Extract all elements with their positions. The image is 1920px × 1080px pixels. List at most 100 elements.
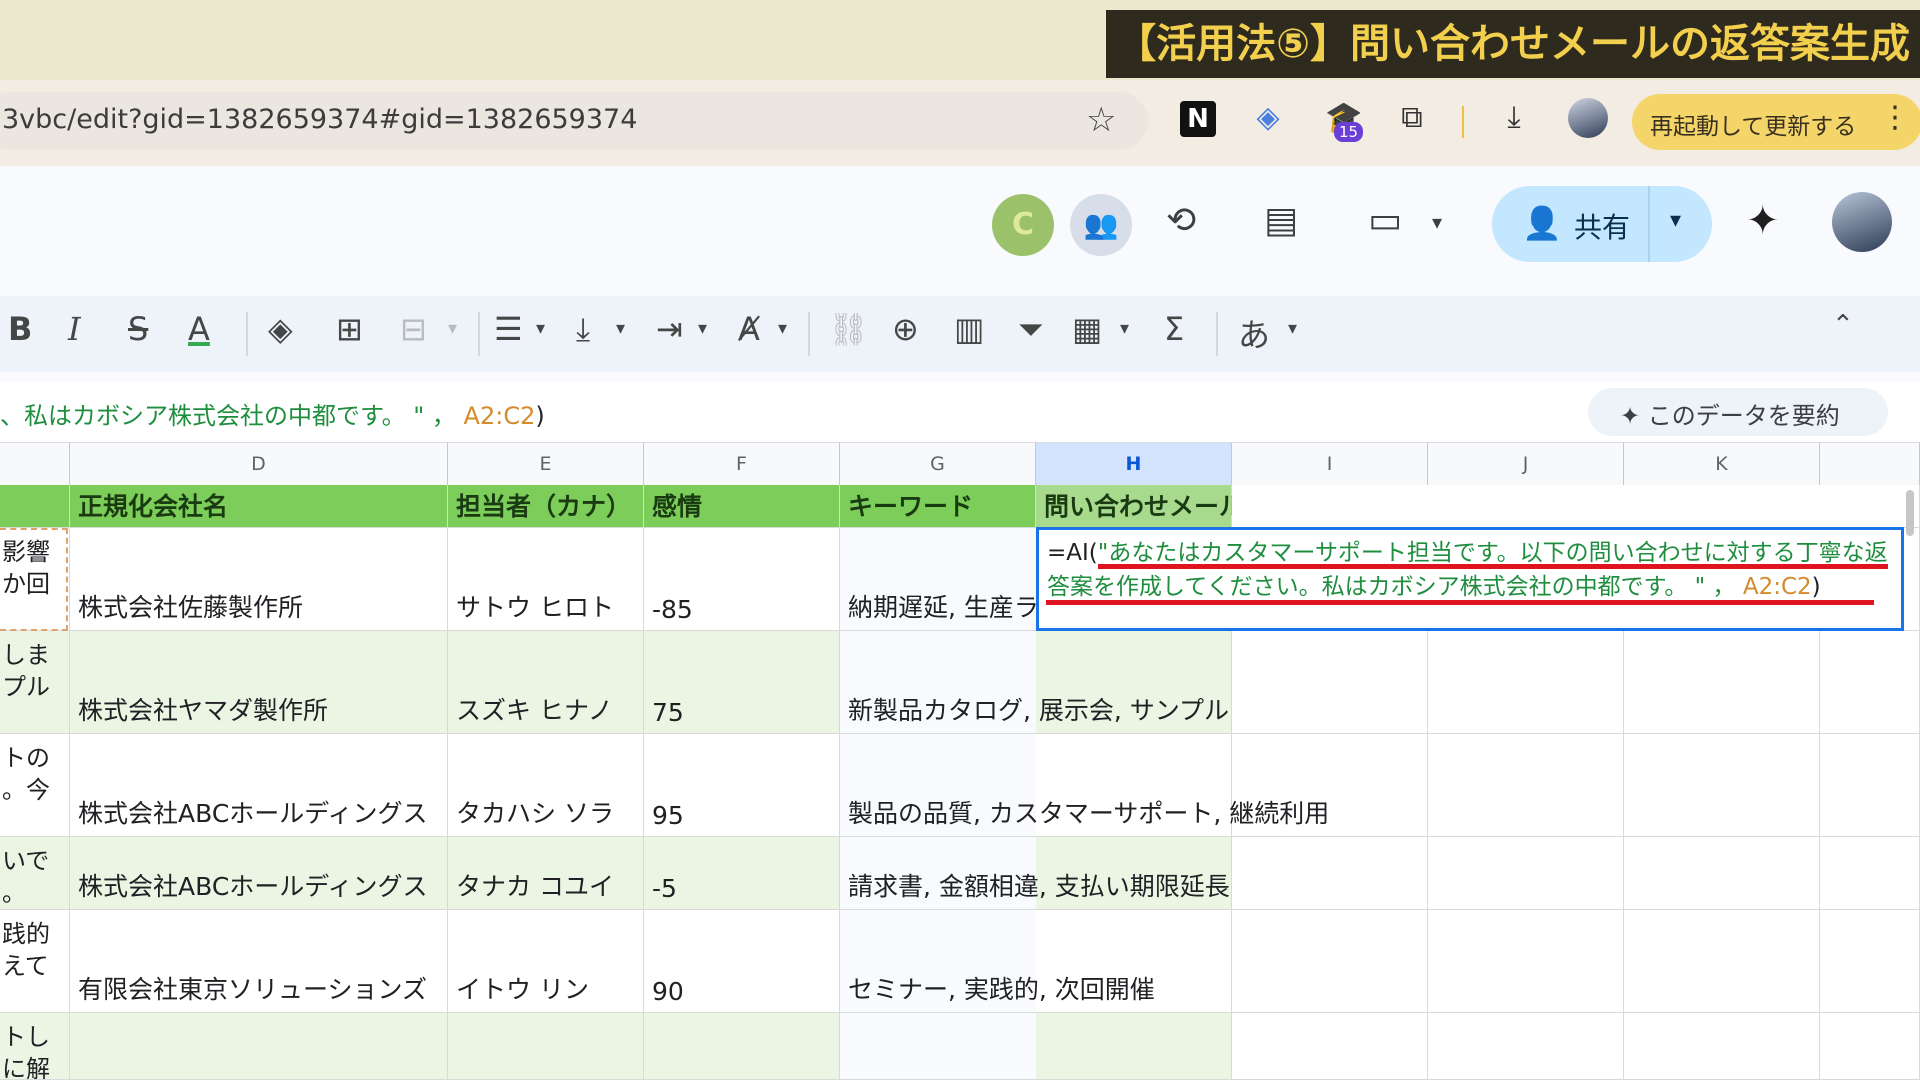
fill-color-icon[interactable]: ◈	[268, 310, 293, 348]
cell-contact[interactable]: サトウ ヒロト	[448, 528, 644, 631]
cell-contact[interactable]: スズキ ヒナノ	[448, 631, 644, 734]
cell-company[interactable]	[70, 1013, 448, 1080]
cell-empty[interactable]	[1232, 837, 1428, 910]
header-cell-sentiment[interactable]: 感情	[644, 485, 840, 528]
cell-contact[interactable]: イトウ リン	[448, 910, 644, 1013]
meet-dropdown-icon[interactable]: ▾	[1432, 210, 1442, 234]
cell-empty[interactable]	[1820, 837, 1920, 910]
horizontal-align-icon[interactable]: ☰	[494, 310, 523, 348]
history-icon[interactable]: ⟲	[1166, 200, 1196, 241]
header-cell-prev[interactable]	[0, 485, 70, 528]
bold-button[interactable]: B	[8, 310, 32, 348]
more-vert-icon[interactable]: ⋮	[1880, 100, 1910, 135]
text-wrap-icon[interactable]: ⇥	[656, 310, 683, 348]
cell-company[interactable]: 株式会社佐藤製作所	[70, 528, 448, 631]
italic-button[interactable]: I	[68, 310, 81, 348]
cell-empty[interactable]	[1232, 631, 1428, 734]
cell-contact[interactable]: タカハシ ソラ	[448, 734, 644, 837]
cell-company[interactable]: 株式会社ヤマダ製作所	[70, 631, 448, 734]
column-header-K[interactable]: K	[1624, 443, 1820, 485]
cell-empty[interactable]	[1428, 910, 1624, 1013]
header-cell-keywords[interactable]: キーワード	[840, 485, 1036, 528]
cell-clipped-prev[interactable]: しま プル	[0, 631, 70, 734]
merge-dropdown-icon[interactable]: ▾	[448, 318, 457, 339]
rotation-dropdown-icon[interactable]: ▾	[778, 318, 787, 339]
cell-empty[interactable]	[1624, 837, 1820, 910]
input-tools-dropdown-icon[interactable]: ▾	[1288, 318, 1297, 339]
cell-empty[interactable]	[1820, 734, 1920, 837]
cell-sentiment[interactable]: 75	[644, 631, 840, 734]
cell-keywords[interactable]: セミナー, 実践的, 次回開催	[840, 910, 1155, 1013]
input-tools-button[interactable]: あ	[1238, 310, 1270, 356]
cell-empty[interactable]	[1624, 734, 1820, 837]
cell-empty[interactable]	[1428, 734, 1624, 837]
cell-sentiment[interactable]: 90	[644, 910, 840, 1013]
column-header-F[interactable]: F	[644, 443, 840, 485]
column-header-E[interactable]: E	[448, 443, 644, 485]
cell-empty[interactable]	[1232, 1013, 1428, 1080]
wrap-dropdown-icon[interactable]: ▾	[698, 318, 707, 339]
text-color-button[interactable]: A	[188, 310, 210, 348]
header-cell-inquiry[interactable]: 問い合わせメール	[1036, 485, 1244, 528]
merge-cells-icon[interactable]: ⊟	[400, 310, 427, 348]
notion-icon[interactable]: N	[1180, 101, 1216, 137]
table-dropdown-icon[interactable]: ▾	[1120, 318, 1129, 339]
star-icon[interactable]: ☆	[1086, 100, 1116, 140]
cell-keywords[interactable]: 納期遅延, 生産ラ	[840, 528, 1039, 631]
filter-icon[interactable]: ⏷	[1018, 310, 1044, 349]
gemini-icon[interactable]: ✦	[1746, 198, 1780, 244]
vertical-scrollbar[interactable]	[1906, 490, 1914, 536]
valign-dropdown-icon[interactable]: ▾	[616, 318, 625, 339]
cell-clipped-prev[interactable]: トの 。今	[0, 734, 70, 837]
collaborator-chat-icon[interactable]: 👥	[1070, 194, 1132, 256]
link-icon[interactable]: ⛓	[828, 310, 869, 348]
tag-icon[interactable]: ◈	[1246, 100, 1290, 135]
functions-icon[interactable]: Σ	[1164, 310, 1184, 348]
text-rotation-icon[interactable]: Ⱥ	[738, 310, 760, 348]
cell-empty[interactable]	[1820, 631, 1920, 734]
vertical-align-icon[interactable]: ⤓	[576, 310, 590, 349]
column-header-H[interactable]: H	[1036, 443, 1232, 485]
header-cell-company[interactable]: 正規化会社名	[70, 485, 448, 528]
active-cell-editor[interactable]: =AI("あなたはカスタマーサポート担当です。以下の問い合わせに対する丁寧な返答…	[1036, 527, 1904, 631]
column-header-next[interactable]	[1820, 443, 1920, 485]
cell-company[interactable]: 株式会社ABCホールディングス	[70, 837, 448, 910]
cell-sentiment[interactable]: -5	[644, 837, 840, 910]
cell-clipped-prev[interactable]: トし に解	[0, 1013, 70, 1080]
insert-comment-icon[interactable]: ⊕	[892, 310, 919, 348]
cell-keywords[interactable]: 新製品カタログ, 展示会, サンプル	[840, 631, 1229, 734]
cell-empty[interactable]	[1624, 910, 1820, 1013]
header-cell-empty[interactable]	[1232, 485, 1920, 528]
download-icon[interactable]: ⤓	[1492, 100, 1536, 135]
cell-company[interactable]: 有限会社東京ソリューションズ	[70, 910, 448, 1013]
cell-clipped-prev[interactable]: いで。	[0, 837, 70, 910]
cell-contact[interactable]	[448, 1013, 644, 1080]
cell-empty[interactable]	[1428, 1013, 1624, 1080]
account-avatar[interactable]	[1832, 192, 1892, 252]
header-cell-contact[interactable]: 担当者（カナ）	[448, 485, 644, 528]
cell-keywords[interactable]: 製品の品質, カスタマーサポート, 継続利用	[840, 734, 1329, 837]
strikethrough-button[interactable]: S	[128, 310, 148, 348]
cell-empty[interactable]	[1428, 837, 1624, 910]
borders-icon[interactable]: ⊞	[336, 310, 363, 348]
cell-empty[interactable]	[1624, 631, 1820, 734]
column-header-I[interactable]: I	[1232, 443, 1428, 485]
share-dropdown-icon[interactable]: ▾	[1670, 208, 1681, 233]
cell-empty[interactable]	[1820, 1013, 1920, 1080]
puzzle-icon[interactable]: ⧉	[1390, 100, 1434, 135]
comment-icon[interactable]: ▤	[1264, 200, 1298, 241]
cell-company[interactable]: 株式会社ABCホールディングス	[70, 734, 448, 837]
cell-inquiry[interactable]	[1036, 1013, 1232, 1080]
align-dropdown-icon[interactable]: ▾	[536, 318, 545, 339]
cell-sentiment[interactable]: -85	[644, 528, 840, 631]
collaborator-avatar[interactable]: C	[992, 194, 1054, 256]
cell-empty[interactable]	[1624, 1013, 1820, 1080]
url-text[interactable]: 3vbc/edit?gid=1382659374#gid=1382659374	[2, 104, 637, 135]
cell-empty[interactable]	[1820, 910, 1920, 1013]
cell-keywords[interactable]	[840, 1013, 1036, 1080]
cell-empty[interactable]	[1232, 910, 1428, 1013]
insert-chart-icon[interactable]: ▥	[954, 310, 984, 348]
column-header-G[interactable]: G	[840, 443, 1036, 485]
profile-icon[interactable]	[1568, 98, 1608, 138]
cell-contact[interactable]: タナカ コユイ	[448, 837, 644, 910]
